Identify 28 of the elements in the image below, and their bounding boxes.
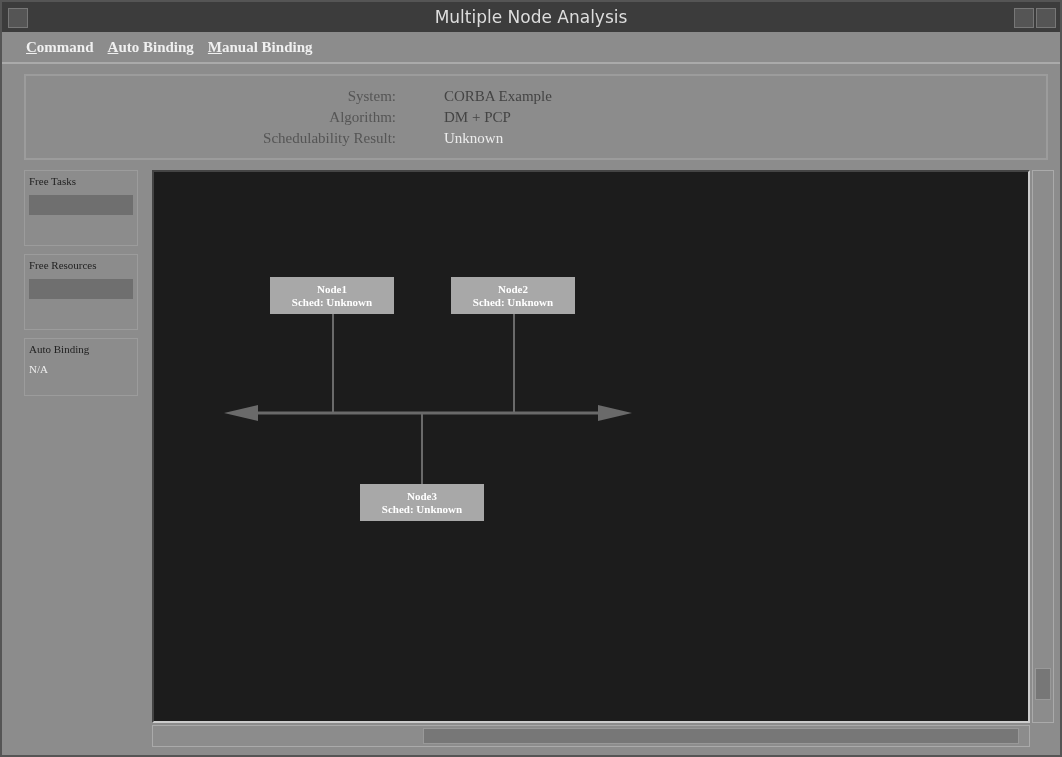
info-value: CORBA Example: [444, 87, 553, 105]
node-box[interactable]: Node3 Sched: Unknown: [360, 484, 484, 521]
horizontal-scrollbar[interactable]: [152, 725, 1030, 747]
menu-item[interactable]: Command: [26, 38, 94, 56]
node-box[interactable]: Node2 Sched: Unknown: [451, 277, 575, 314]
panel-title: Free Tasks: [29, 175, 77, 187]
list-box[interactable]: [29, 279, 133, 299]
maximize-button[interactable]: [1036, 8, 1056, 28]
window-menu-button[interactable]: [8, 8, 28, 28]
node-name: Node2: [498, 282, 528, 296]
node-name: Node3: [407, 489, 437, 503]
node-box[interactable]: Node1 Sched: Unknown: [270, 277, 394, 314]
window-title: Multiple Node Analysis: [434, 7, 628, 27]
minimize-button[interactable]: [1014, 8, 1034, 28]
info-value: Unknown: [444, 129, 505, 147]
connector-line: [421, 413, 423, 485]
node-status: Sched: Unknown: [381, 502, 463, 516]
panel-title: Auto Binding: [29, 343, 91, 355]
menu-item[interactable]: Manual Binding: [207, 38, 313, 56]
node-status: Sched: Unknown: [291, 295, 373, 309]
info-value: DM + PCP: [444, 108, 512, 126]
node-name: Node1: [317, 282, 347, 296]
list-box[interactable]: [29, 195, 133, 215]
vertical-scrollbar[interactable]: [1032, 170, 1054, 723]
menu-item[interactable]: Auto Binding: [107, 38, 194, 56]
node-status: Sched: Unknown: [472, 295, 554, 309]
panel-title: Free Resources: [29, 259, 98, 271]
panel-value: N/A: [29, 363, 49, 375]
